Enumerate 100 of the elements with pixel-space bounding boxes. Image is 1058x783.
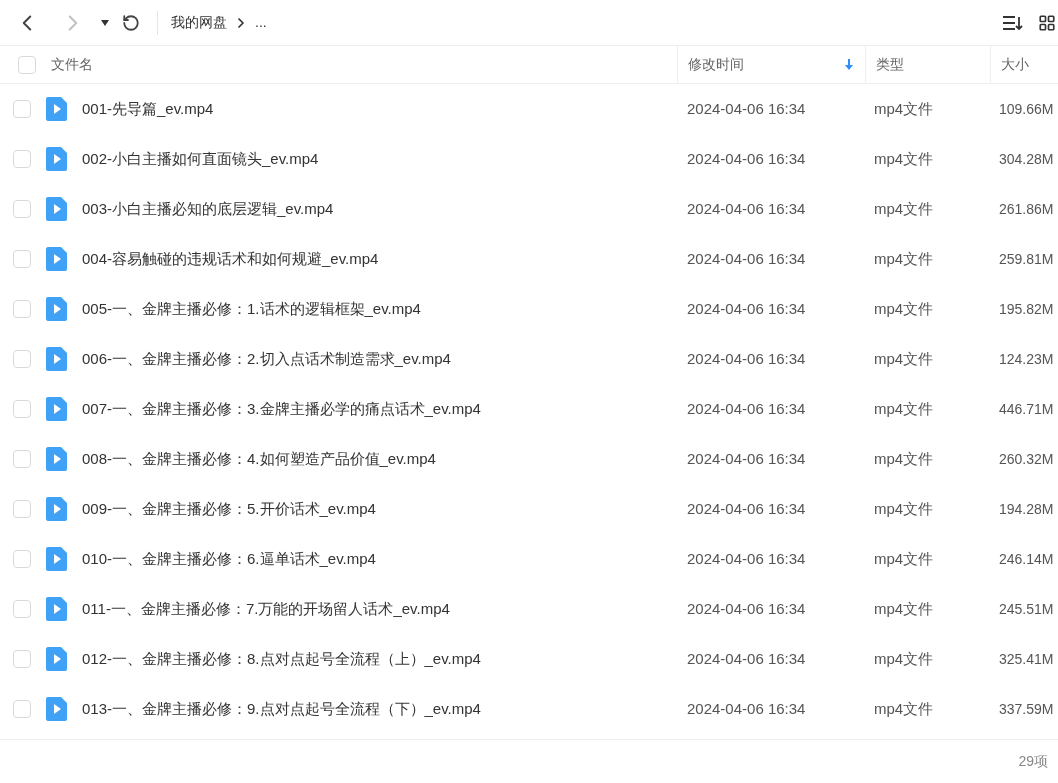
- modified-time: 2024-04-06 16:34: [686, 448, 807, 469]
- file-name: 013-一、金牌主播必修：9.点对点起号全流程（下）_ev.mp4: [82, 698, 481, 719]
- modified-time: 2024-04-06 16:34: [686, 498, 807, 519]
- video-file-icon: [46, 347, 67, 371]
- file-row[interactable]: 002-小白主播如何直面镜头_ev.mp4 2024-04-06 16:34 mp4文件 304.28M: [0, 134, 1058, 184]
- file-size: 260.32M: [998, 449, 1054, 469]
- video-file-icon: [46, 297, 67, 321]
- video-file-icon: [46, 597, 67, 621]
- video-file-icon: [46, 247, 67, 271]
- video-file-icon: [46, 697, 67, 721]
- file-type: mp4文件: [873, 398, 935, 419]
- file-row[interactable]: 012-一、金牌主播必修：8.点对点起号全流程（上）_ev.mp4 2024-04-06 16:34 mp4文件 325.41M: [0, 634, 1058, 684]
- file-size: 446.71M: [998, 399, 1054, 419]
- file-row[interactable]: 011-一、金牌主播必修：7.万能的开场留人话术_ev.mp4 2024-04-06 16:34 mp4文件 245.51M: [0, 584, 1058, 634]
- item-count: 29项: [1018, 752, 1048, 771]
- file-type: mp4文件: [873, 448, 935, 469]
- file-type: mp4文件: [873, 698, 935, 719]
- file-row[interactable]: 009-一、金牌主播必修：5.开价话术_ev.mp4 2024-04-06 16:34 mp4文件 194.28M: [0, 484, 1058, 534]
- file-name: 007-一、金牌主播必修：3.金牌主播必学的痛点话术_ev.mp4: [82, 398, 481, 419]
- file-size: 109.66M: [998, 99, 1054, 119]
- file-name: 002-小白主播如何直面镜头_ev.mp4: [82, 148, 319, 169]
- file-row[interactable]: 007-一、金牌主播必修：3.金牌主播必学的痛点话术_ev.mp4 2024-04-06 16:34 mp4文件 446.71M: [0, 384, 1058, 434]
- modified-time: 2024-04-06 16:34: [686, 148, 807, 169]
- dropdown-icon[interactable]: [101, 19, 109, 26]
- file-name: 001-先导篇_ev.mp4: [82, 98, 214, 119]
- file-size: 325.41M: [998, 649, 1054, 669]
- file-size: 124.23M: [998, 349, 1054, 369]
- file-row[interactable]: 008-一、金牌主播必修：4.如何塑造产品价值_ev.mp4 2024-04-06 16:34 mp4文件 260.32M: [0, 434, 1058, 484]
- checkbox[interactable]: [18, 55, 36, 74]
- file-type: mp4文件: [873, 548, 935, 569]
- checkbox[interactable]: [13, 200, 31, 218]
- file-type: mp4文件: [873, 348, 935, 369]
- modified-time: 2024-04-06 16:34: [686, 348, 807, 369]
- modified-time: 2024-04-06 16:34: [686, 698, 807, 719]
- file-name: 003-小白主播必知的底层逻辑_ev.mp4: [82, 198, 334, 219]
- checkbox[interactable]: [13, 300, 31, 318]
- video-file-icon: [46, 97, 67, 121]
- modified-time: 2024-04-06 16:34: [686, 298, 807, 319]
- file-size: 246.14M: [998, 549, 1054, 569]
- file-size: 245.51M: [998, 599, 1054, 619]
- grid-view-icon[interactable]: [1038, 13, 1056, 32]
- video-file-icon: [46, 497, 67, 521]
- file-row[interactable]: 005-一、金牌主播必修：1.话术的逻辑框架_ev.mp4 2024-04-06 16:34 mp4文件 195.82M: [0, 284, 1058, 334]
- file-name: 012-一、金牌主播必修：8.点对点起号全流程（上）_ev.mp4: [82, 648, 481, 669]
- file-name: 011-一、金牌主播必修：7.万能的开场留人话术_ev.mp4: [82, 598, 450, 619]
- video-file-icon: [46, 647, 67, 671]
- file-row[interactable]: 001-先导篇_ev.mp4 2024-04-06 16:34 mp4文件 109.66M: [0, 84, 1058, 134]
- checkbox[interactable]: [13, 350, 31, 368]
- file-row[interactable]: 010-一、金牌主播必修：6.逼单话术_ev.mp4 2024-04-06 16:34 mp4文件 246.14M: [0, 534, 1058, 584]
- file-name: 006-一、金牌主播必修：2.切入点话术制造需求_ev.mp4: [82, 348, 451, 369]
- column-header[interactable]: 大小: [1001, 54, 1029, 75]
- file-type: mp4文件: [873, 648, 935, 669]
- file-name: 010-一、金牌主播必修：6.逼单话术_ev.mp4: [82, 548, 376, 569]
- refresh-icon[interactable]: [122, 13, 140, 32]
- file-name: 005-一、金牌主播必修：1.话术的逻辑框架_ev.mp4: [82, 298, 421, 319]
- file-type: mp4文件: [873, 148, 935, 169]
- checkbox[interactable]: [13, 500, 31, 518]
- video-file-icon: [46, 147, 67, 171]
- file-type: mp4文件: [873, 198, 935, 219]
- file-type: mp4文件: [873, 498, 935, 519]
- checkbox[interactable]: [13, 700, 31, 718]
- video-file-icon: [46, 397, 67, 421]
- checkbox[interactable]: [13, 250, 31, 268]
- file-size: 304.28M: [998, 149, 1054, 169]
- video-file-icon: [46, 197, 67, 221]
- modified-time: 2024-04-06 16:34: [686, 648, 807, 669]
- file-size: 194.28M: [998, 499, 1054, 519]
- checkbox[interactable]: [13, 150, 31, 168]
- file-type: mp4文件: [873, 298, 935, 319]
- modified-time: 2024-04-06 16:34: [686, 598, 807, 619]
- file-size: 195.82M: [998, 299, 1054, 319]
- video-file-icon: [46, 547, 67, 571]
- modified-time: 2024-04-06 16:34: [686, 98, 807, 119]
- column-header[interactable]: 文件名: [51, 54, 93, 75]
- checkbox[interactable]: [13, 100, 31, 118]
- checkbox[interactable]: [13, 550, 31, 568]
- file-row[interactable]: 004-容易触碰的违规话术和如何规避_ev.mp4 2024-04-06 16:34 mp4文件 259.81M: [0, 234, 1058, 284]
- checkbox[interactable]: [13, 450, 31, 468]
- file-name: 008-一、金牌主播必修：4.如何塑造产品价值_ev.mp4: [82, 448, 436, 469]
- file-name: 004-容易触碰的违规话术和如何规避_ev.mp4: [82, 248, 379, 269]
- modified-time: 2024-04-06 16:34: [686, 548, 807, 569]
- column-header[interactable]: 类型: [876, 54, 904, 75]
- file-type: mp4文件: [873, 248, 935, 269]
- checkbox[interactable]: [13, 600, 31, 618]
- file-row[interactable]: 013-一、金牌主播必修：9.点对点起号全流程（下）_ev.mp4 2024-04-06 16:34 mp4文件 337.59M: [0, 684, 1058, 734]
- checkbox[interactable]: [13, 650, 31, 668]
- breadcrumb-item[interactable]: ...: [255, 12, 267, 33]
- modified-time: 2024-04-06 16:34: [686, 248, 807, 269]
- column-header[interactable]: 修改时间: [688, 54, 744, 75]
- file-row[interactable]: 006-一、金牌主播必修：2.切入点话术制造需求_ev.mp4 2024-04-06 16:34 mp4文件 124.23M: [0, 334, 1058, 384]
- file-type: mp4文件: [873, 98, 935, 119]
- checkbox[interactable]: [13, 400, 31, 418]
- file-row[interactable]: 003-小白主播必知的底层逻辑_ev.mp4 2024-04-06 16:34 mp4文件 261.86M: [0, 184, 1058, 234]
- breadcrumb-item[interactable]: 我的网盘: [171, 12, 227, 33]
- file-size: 337.59M: [998, 699, 1054, 719]
- file-type: mp4文件: [873, 598, 935, 619]
- file-size: 261.86M: [998, 199, 1054, 219]
- sort-icon[interactable]: [1002, 14, 1024, 31]
- modified-time: 2024-04-06 16:34: [686, 398, 807, 419]
- modified-time: 2024-04-06 16:34: [686, 198, 807, 219]
